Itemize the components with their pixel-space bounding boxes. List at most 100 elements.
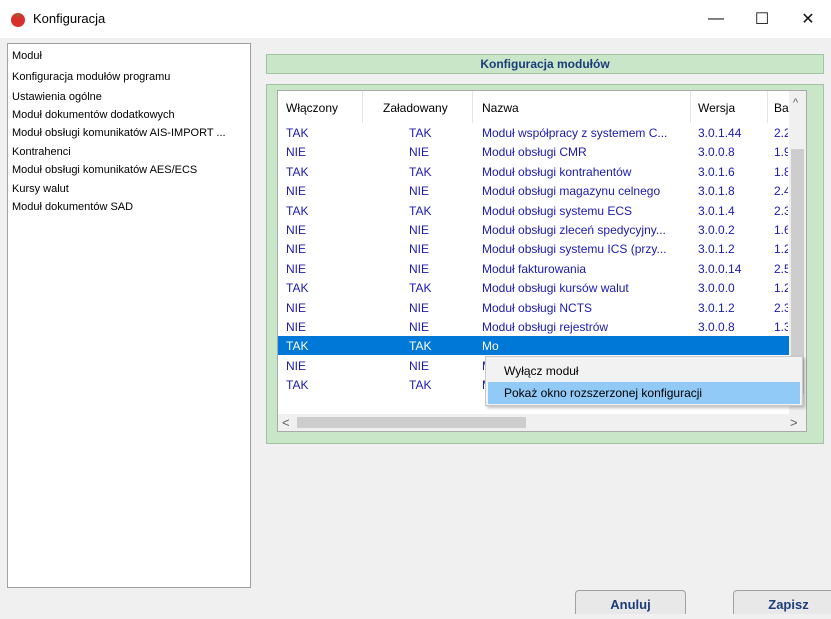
table-row[interactable]: NIE NIE Moduł obsługi zleceń spedycyjny...…: [278, 220, 789, 239]
sidebar-item-ais-import[interactable]: Moduł obsługi komunikatów AIS-IMPORT ...: [12, 127, 226, 139]
cell-ba: 1.8: [774, 164, 788, 179]
cell-zaladowany: TAK: [409, 164, 432, 179]
app-tomato-icon: [11, 12, 25, 27]
cell-ba: 1.2: [774, 281, 788, 296]
cell-wlaczony: TAK: [286, 203, 309, 218]
table-row[interactable]: NIE NIE Moduł obsługi NCTS 3.0.1.2 2.3: [278, 298, 789, 317]
sidebar-item-dokumenty-sad[interactable]: Moduł dokumentów SAD: [12, 201, 133, 213]
sidebar-item-modul[interactable]: Moduł: [12, 50, 42, 62]
context-menu: Wyłącz moduł Pokaż okno rozszerzonej kon…: [485, 356, 803, 406]
cell-wersja: 3.0.1.44: [698, 126, 742, 140]
cell-wersja: 3.0.1.4: [698, 203, 735, 218]
cell-zaladowany: NIE: [409, 358, 430, 373]
section-header: Konfiguracja modułów: [266, 54, 824, 74]
close-button[interactable]: ✕: [785, 0, 831, 38]
cell-wlaczony: TAK: [286, 339, 309, 354]
cell-nazwa: Moduł obsługi magazynu celnego: [482, 184, 661, 199]
cell-ba: 2.2: [774, 126, 788, 140]
cell-wlaczony: TAK: [286, 378, 309, 393]
column-separator: [472, 91, 473, 123]
sidebar-item-konfiguracja-modulow[interactable]: Konfiguracja modułów programu: [12, 71, 170, 83]
cell-wersja: 3.0.1.2: [698, 242, 735, 257]
cell-wlaczony: TAK: [286, 126, 309, 140]
table-row[interactable]: TAK TAK Moduł współpracy z systemem C... 3.…: [278, 123, 789, 142]
sidebar-item-ustawienia-ogolne[interactable]: Ustawienia ogólne: [12, 91, 102, 103]
cell-wlaczony: NIE: [286, 261, 307, 276]
cell-wersja: 3.0.1.8: [698, 184, 735, 199]
column-header-wersja[interactable]: Wersja: [698, 101, 735, 115]
window-title: Konfiguracja: [33, 11, 106, 26]
table-row[interactable]: TAK TAK Moduł obsługi kontrahentów 3.0.1.6 1…: [278, 162, 789, 181]
cell-zaladowany: TAK: [409, 203, 432, 218]
cell-nazwa: Moduł obsługi systemu ECS: [482, 203, 633, 218]
cell-nazwa: Moduł obsługi CMR: [482, 145, 587, 160]
table-row[interactable]: TAK TAK Mo: [278, 336, 789, 356]
horizontal-scrollbar[interactable]: < >: [278, 414, 806, 431]
table-row[interactable]: NIE NIE Moduł obsługi systemu ICS (przy...…: [278, 239, 789, 258]
cell-ba: 1.3: [774, 320, 788, 334]
sidebar-tree[interactable]: Moduł Konfiguracja modułów programu Usta…: [7, 43, 251, 588]
cell-ba: 2.3: [774, 203, 788, 218]
cell-wersja: 3.0.0.0: [698, 281, 735, 296]
save-button[interactable]: Zapisz: [733, 590, 831, 614]
cell-ba: 1.2: [774, 242, 788, 257]
scroll-left-icon[interactable]: <: [282, 415, 290, 430]
cell-zaladowany: TAK: [409, 378, 432, 393]
table-row[interactable]: NIE NIE Moduł obsługi rejestrów 3.0.0.8 1.3: [278, 317, 789, 336]
column-separator: [690, 91, 691, 123]
table-row[interactable]: NIE NIE Moduł obsługi CMR 3.0.0.8 1.9: [278, 142, 789, 161]
cell-nazwa: Moduł obsługi systemu ICS (przy...: [482, 242, 667, 257]
menu-item-disable-module[interactable]: Wyłącz moduł: [488, 360, 800, 382]
cell-wersja: 3.0.1.6: [698, 164, 735, 179]
cell-wlaczony: NIE: [286, 242, 307, 257]
cell-wlaczony: TAK: [286, 281, 309, 296]
sidebar-item-kursy-walut[interactable]: Kursy walut: [12, 183, 69, 195]
cell-wersja: 3.0.0.2: [698, 223, 735, 237]
cell-zaladowany: NIE: [409, 145, 430, 160]
horizontal-scroll-thumb[interactable]: [297, 417, 526, 428]
cell-nazwa: Mo: [482, 339, 499, 354]
cell-nazwa: Moduł obsługi kursów walut: [482, 281, 629, 296]
table-row[interactable]: NIE NIE Moduł obsługi magazynu celnego 3.0.…: [278, 181, 789, 200]
cell-nazwa: Moduł obsługi zleceń spedycyjny...: [482, 223, 666, 237]
cell-zaladowany: TAK: [409, 126, 432, 140]
cell-nazwa: Moduł fakturowania: [482, 261, 587, 276]
table-row[interactable]: TAK TAK Moduł obsługi kursów walut 3.0.0.0 1…: [278, 278, 789, 297]
cell-wersja: 3.0.1.2: [698, 300, 735, 315]
maximize-button[interactable]: ☐: [739, 0, 785, 38]
column-header-nazwa[interactable]: Nazwa: [482, 101, 519, 115]
cell-wlaczony: NIE: [286, 358, 307, 373]
cell-zaladowany: NIE: [409, 320, 430, 334]
cancel-button[interactable]: Anuluj: [575, 590, 686, 614]
cell-wlaczony: NIE: [286, 223, 307, 237]
minimize-button[interactable]: —: [693, 0, 739, 38]
cell-ba: 1.9: [774, 145, 788, 160]
sidebar-item-kontrahenci[interactable]: Kontrahenci: [12, 146, 71, 158]
column-header-wlaczony[interactable]: Włączony: [286, 101, 338, 115]
cell-zaladowany: NIE: [409, 300, 430, 315]
scroll-up-icon[interactable]: ^: [793, 97, 798, 109]
cell-nazwa: Moduł obsługi NCTS: [482, 300, 593, 315]
cell-ba: 2.4: [774, 184, 788, 199]
cell-wlaczony: NIE: [286, 145, 307, 160]
cell-zaladowany: TAK: [409, 281, 432, 296]
cell-wlaczony: TAK: [286, 164, 309, 179]
cell-zaladowany: TAK: [409, 339, 432, 354]
cell-zaladowany: NIE: [409, 184, 430, 199]
menu-item-extended-config[interactable]: Pokaż okno rozszerzonej konfiguracji: [488, 382, 800, 404]
column-header-ba[interactable]: Ba: [774, 101, 789, 115]
column-header-zaladowany[interactable]: Załadowany: [383, 101, 448, 115]
scroll-right-icon[interactable]: >: [790, 415, 798, 430]
column-separator: [767, 91, 768, 123]
sidebar-item-aes-ecs[interactable]: Moduł obsługi komunikatów AES/ECS: [12, 164, 197, 176]
cell-ba: 2.5: [774, 261, 788, 276]
sidebar-item-dokumenty-dodatkowe[interactable]: Moduł dokumentów dodatkowych: [12, 109, 175, 121]
table-row[interactable]: TAK TAK Moduł obsługi systemu ECS 3.0.1.4 2.…: [278, 201, 789, 220]
cell-ba: 2.3: [774, 300, 788, 315]
cell-ba: 1.6: [774, 223, 788, 237]
cell-zaladowany: NIE: [409, 261, 430, 276]
table-row[interactable]: NIE NIE Moduł fakturowania 3.0.0.14 2.5: [278, 259, 789, 278]
empty-panel: [266, 444, 824, 589]
cell-zaladowany: NIE: [409, 242, 430, 257]
cell-nazwa: Moduł współpracy z systemem C...: [482, 126, 668, 140]
